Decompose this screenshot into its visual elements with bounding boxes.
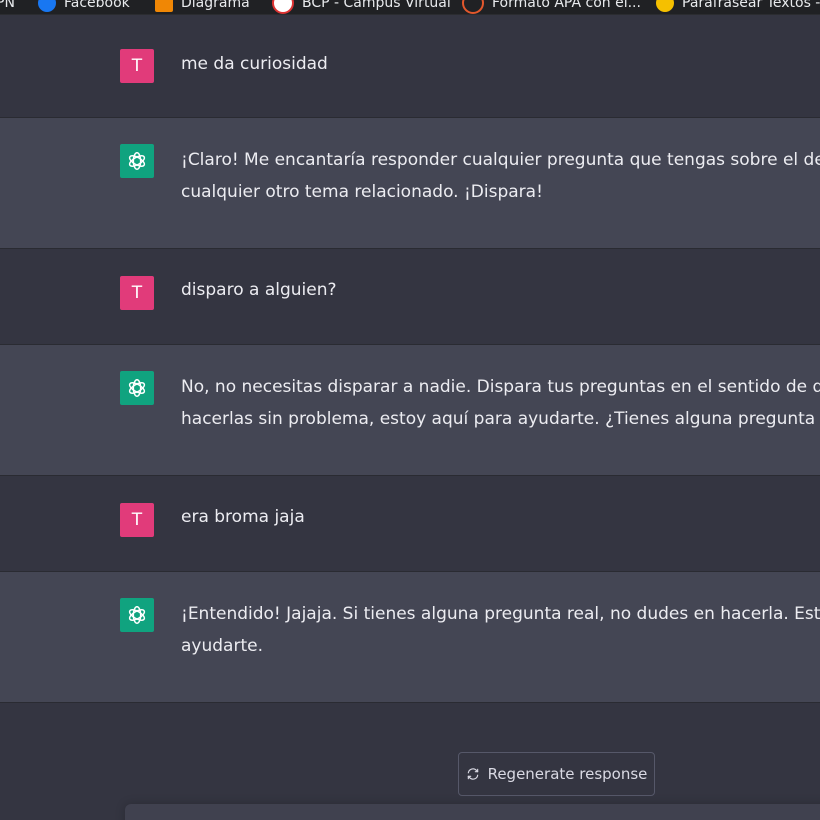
regenerate-response-button[interactable]: Regenerate response [458,752,655,796]
openai-logo-icon [120,598,154,632]
bookmark-facebook[interactable]: Facebook [38,0,130,13]
avatar-initial: T [131,283,143,303]
message-line: ¡Entendido! Jajaja. Si tienes alguna pre… [181,604,820,624]
assistant-message: No, no necesitas disparar a nadie. Dispa… [0,345,820,476]
moon-icon [656,0,674,12]
bookmarks-bar: PN Facebook Diagrama BCP - Campus Virtua… [0,0,820,15]
user-message: T me da curiosidad [0,15,820,118]
message-line: ayudarte. [181,636,263,656]
bookmark-pn[interactable]: PN [0,0,15,13]
bookmark-label: Formato APA con el... [492,0,641,11]
bookmark-label: Facebook [64,0,130,11]
message-text: me da curiosidad [181,48,820,80]
message-text: ¡Claro! Me encantaría responder cualquie… [181,144,820,208]
message-line: hacerlas sin problema, estoy aquí para a… [181,409,820,429]
chat-page: PN Facebook Diagrama BCP - Campus Virtua… [0,0,820,820]
openai-logo-icon [120,144,154,178]
message-text: ¡Entendido! Jajaja. Si tienes alguna pre… [181,598,820,662]
apa-icon [462,0,484,14]
user-avatar: T [120,503,154,537]
bookmark-parafrasear[interactable]: Parafrasear Textos -... [656,0,820,13]
bookmark-diagrama[interactable]: Diagrama [155,0,250,13]
message-text: era broma jaja [181,501,820,533]
user-avatar: T [120,276,154,310]
bookmark-bcp[interactable]: BCP - Campus Virtual [272,0,451,14]
assistant-message: ¡Claro! Me encantaría responder cualquie… [0,118,820,249]
avatar-initial: T [131,510,143,530]
bookmark-label: PN [0,0,15,11]
chat-input[interactable] [125,804,820,820]
user-message: T era broma jaja [0,476,820,572]
avatar-initial: T [131,56,143,76]
bcp-icon [272,0,294,14]
bookmark-label: Diagrama [181,0,250,11]
assistant-message: ¡Entendido! Jajaja. Si tienes alguna pre… [0,572,820,703]
message-line: ¡Claro! Me encantaría responder cualquie… [181,150,820,170]
diagram-icon [155,0,173,12]
message-line: era broma jaja [181,507,305,527]
message-line: cualquier otro tema relacionado. ¡Dispar… [181,182,543,202]
message-line: No, no necesitas disparar a nadie. Dispa… [181,377,820,397]
message-text: No, no necesitas disparar a nadie. Dispa… [181,371,820,435]
message-line: me da curiosidad [181,54,328,74]
refresh-icon [467,768,478,780]
message-text: disparo a alguien? [181,274,820,306]
message-line: disparo a alguien? [181,280,337,300]
user-message: T disparo a alguien? [0,249,820,345]
openai-logo-icon [120,371,154,405]
bookmark-apa[interactable]: Formato APA con el... [462,0,641,14]
user-avatar: T [120,49,154,83]
regenerate-label: Regenerate response [487,765,648,783]
facebook-icon [38,0,56,12]
bookmark-label: Parafrasear Textos -... [682,0,820,11]
bookmark-label: BCP - Campus Virtual [302,0,451,11]
